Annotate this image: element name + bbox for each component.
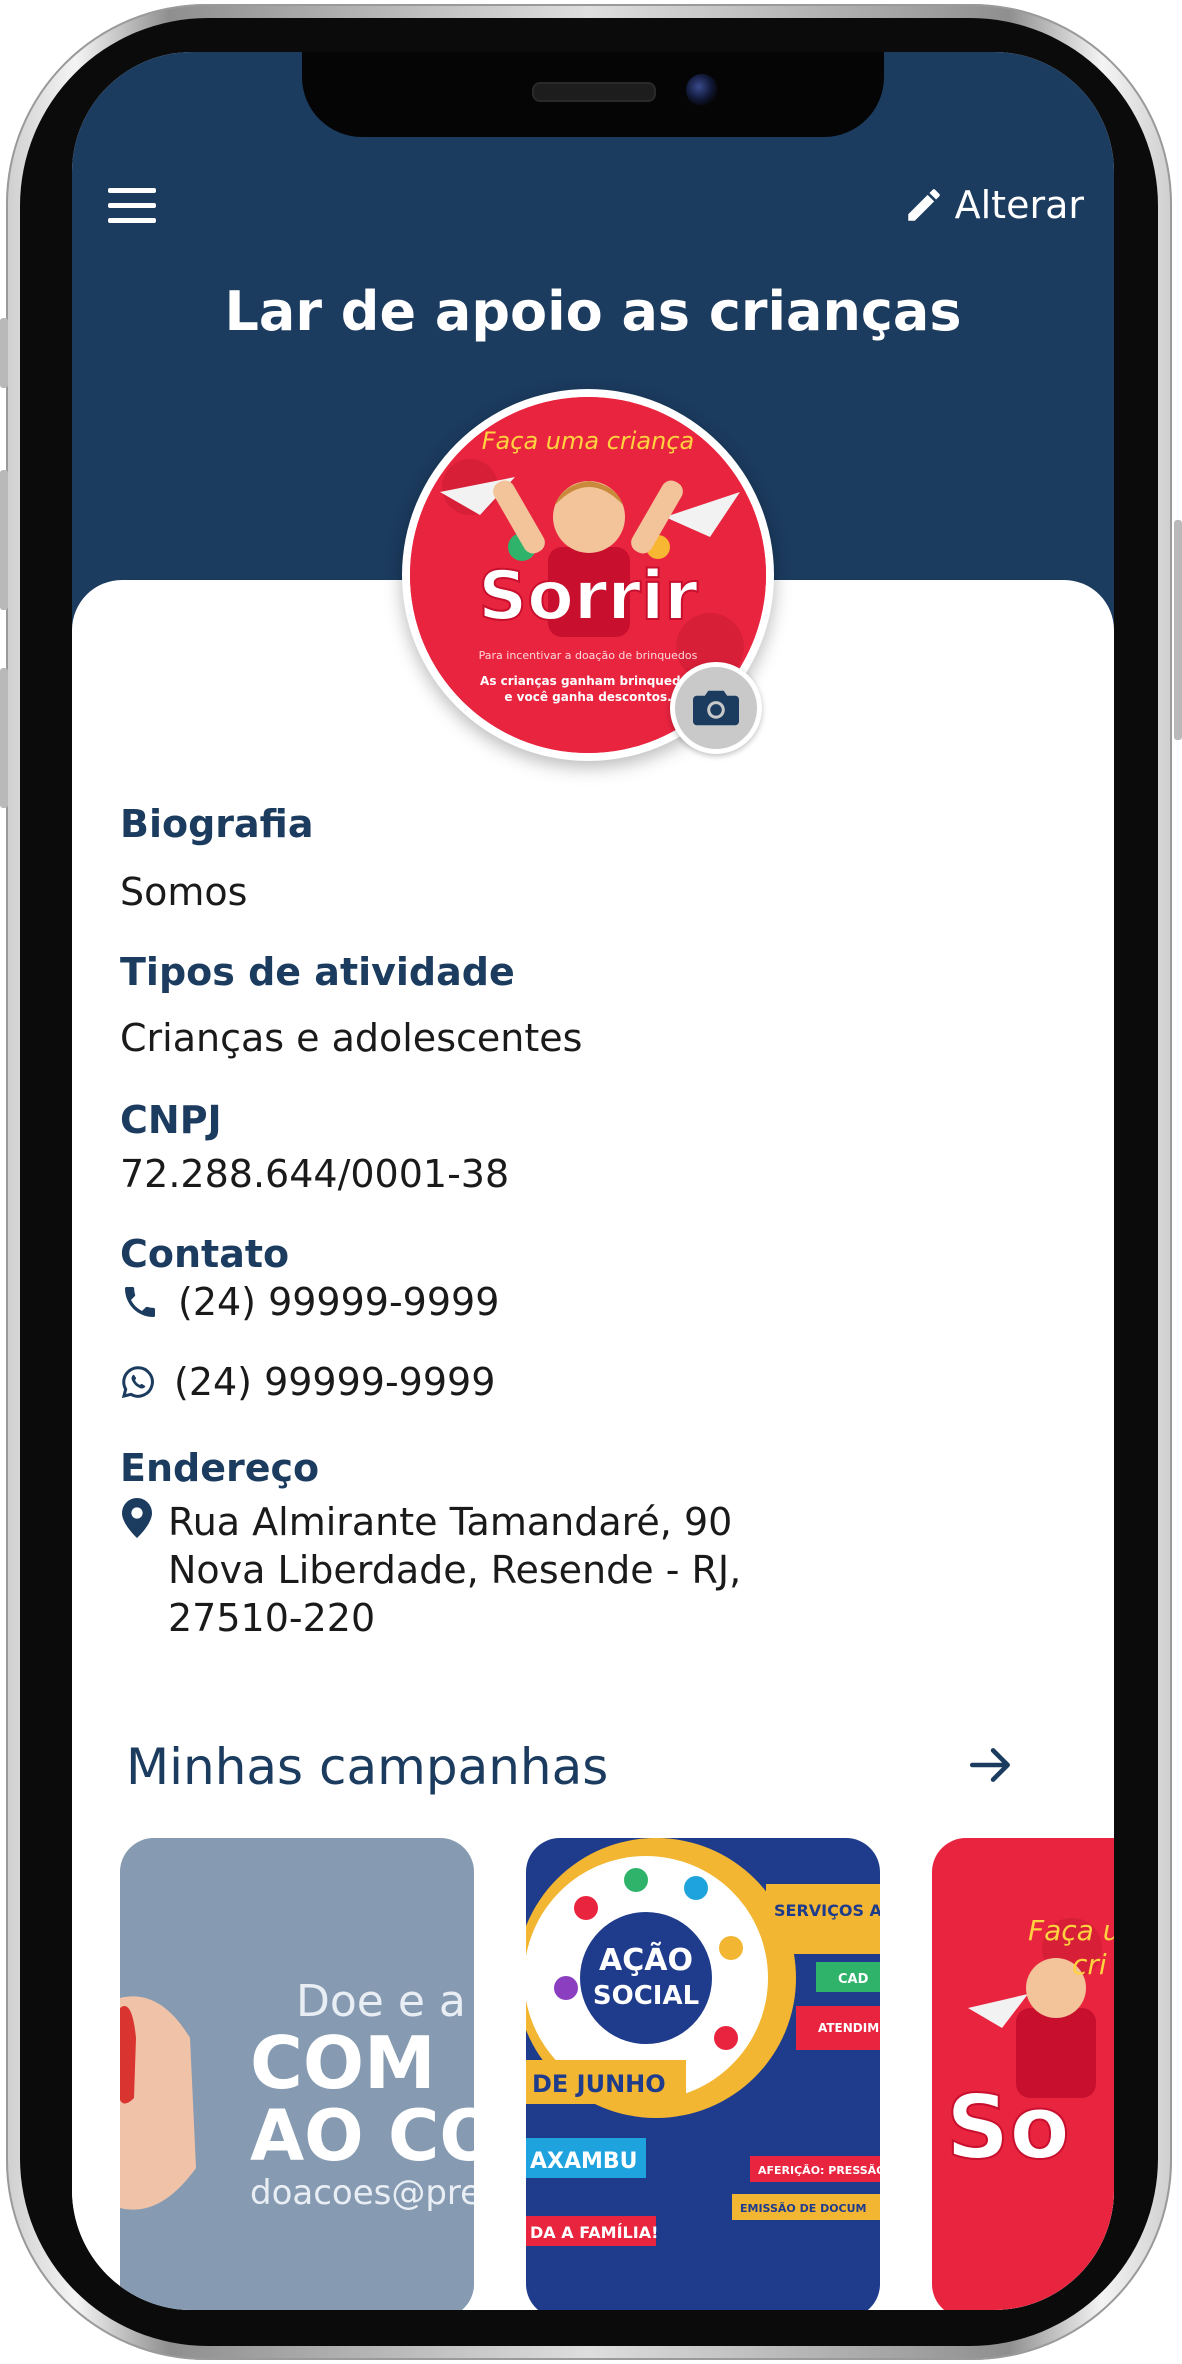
campaign-card[interactable]: AÇÃO SOCIAL SERVIÇOS A POPULA DE JUNHO A… [526,1838,880,2310]
mute-switch [0,318,8,388]
campaigns-title: Minhas campanhas [126,1738,609,1796]
campaign-image: Faça um cri So [932,1838,1114,2310]
campaign-2-row-1: CAD [838,1972,869,1987]
campaign-3-line-3: So [946,2076,1070,2179]
menu-icon-bar [108,203,156,208]
menu-button[interactable] [108,186,156,226]
menu-icon-bar [108,188,156,193]
whatsapp-row[interactable]: (24) 99999-9999 [120,1360,495,1404]
campaign-2-row-2: ATENDIM [818,2021,879,2035]
camera-icon [693,690,739,726]
campaign-card[interactable]: Faça um cri So [932,1838,1114,2310]
campaign-3-line-1: Faça um [1028,1914,1114,1947]
campaign-3-line-2: cri [1072,1948,1107,1981]
campaign-2-banner: SERVIÇOS A POPULA [774,1901,880,1920]
campaign-2-place: AXAMBU [530,2149,638,2174]
contact-label: Contato [120,1232,290,1276]
cnpj-label: CNPJ [120,1098,222,1142]
power-button [1174,520,1182,740]
campaign-2-date: DE JUNHO [532,2070,666,2098]
campaign-2-badge-1: AÇÃO [599,1941,693,1978]
campaign-1-line-1: Doe e a [296,1976,466,2027]
address-line-2: Nova Liberdade, Resende - RJ, [168,1548,742,1592]
menu-icon-bar [108,218,156,223]
campaign-card[interactable]: Doe e a COM AO CO doacoes@pre [120,1838,474,2310]
whatsapp-icon [121,1366,154,1399]
edit-label: Alterar [954,183,1084,227]
bio-label: Biografia [120,802,314,846]
cnpj-value: 72.288.644/0001-38 [120,1152,510,1196]
bio-value: Somos [120,870,248,914]
front-camera [686,74,718,106]
activity-label: Tipos de atividade [120,950,515,994]
avatar-bottom-1: As crianças ganham brinquedos [480,674,696,688]
campaign-1-line-3: AO CO [250,2095,474,2177]
page-title: Lar de apoio as crianças [224,280,962,343]
location-pin-icon [122,1498,152,1538]
arrow-right-icon [969,1748,1010,1782]
whatsapp-number: (24) 99999-9999 [174,1360,496,1404]
avatar-main-word: Sorrir [478,557,698,636]
campaign-1-line-4: doacoes@pre [250,2173,474,2213]
phone-icon [125,1287,155,1317]
address-label: Endereço [120,1446,320,1490]
campaign-2-row-4: EMISSÃO DE DOCUM [740,2202,867,2215]
change-photo-button[interactable] [670,662,762,754]
avatar-top-text: Faça uma criança [482,427,695,455]
campaign-image: AÇÃO SOCIAL SERVIÇOS A POPULA DE JUNHO A… [526,1838,880,2310]
campaign-1-line-2: COM [250,2021,436,2105]
address-line-3: 27510-220 [168,1596,376,1640]
notch [302,52,884,137]
volume-up-button [0,470,8,610]
pencil-icon [907,189,940,221]
campaign-2-tag: DA A FAMÍLIA! [530,2223,658,2242]
phone-row[interactable]: (24) 99999-9999 [120,1280,499,1324]
volume-down-button [0,668,8,808]
campaign-image: Doe e a COM AO CO doacoes@pre [120,1838,474,2310]
avatar-fine-print: Para incentivar a doação de brinquedos [479,649,698,662]
see-all-campaigns-button[interactable] [966,1740,1026,1792]
phone-number: (24) 99999-9999 [178,1280,500,1324]
campaign-2-row-3: AFERIÇÃO: PRESSÃO E [758,2164,880,2177]
earpiece-speaker [532,82,656,102]
edit-button[interactable]: Alterar [903,180,1084,230]
activity-value: Crianças e adolescentes [120,1016,583,1060]
campaign-2-badge-2: SOCIAL [593,1981,699,2011]
avatar-bottom-2: e você ganha descontos. [504,690,671,704]
address-line-1: Rua Almirante Tamandaré, 90 [168,1500,733,1544]
app-screen: Alterar Lar de apoio as crianças Faça um… [72,52,1114,2310]
